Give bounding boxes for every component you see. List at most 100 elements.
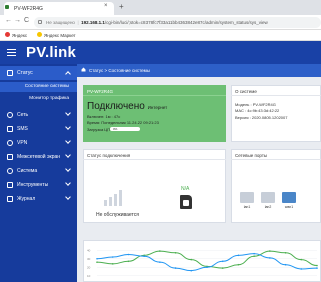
forward-button[interactable]: → xyxy=(14,17,21,24)
divider xyxy=(83,159,226,160)
sidebar-item-label: Сеть xyxy=(17,112,29,118)
sms-icon xyxy=(7,126,13,132)
chart-point-0-12 xyxy=(284,252,287,254)
chart-point-0-8 xyxy=(221,267,224,269)
chart-ytick-label: 10 xyxy=(87,274,91,278)
chart-ytick-label: 30 xyxy=(87,257,91,261)
chart-point-0-1 xyxy=(111,263,114,265)
chart-point-1-10 xyxy=(253,252,255,255)
sidebar-item-label: Инструменты xyxy=(17,182,49,188)
gear-icon xyxy=(7,168,13,174)
chart-point-0-10 xyxy=(253,255,255,257)
chart-point-1-4 xyxy=(159,261,161,263)
back-button[interactable]: ← xyxy=(5,17,12,24)
mac-row: MAC : 4c:9b:43:3d:42:22 xyxy=(235,108,279,113)
port-wan1-icon xyxy=(282,192,296,203)
signal-bar-icon xyxy=(114,194,117,206)
cpu-load-label: Загрузка ЦП xyxy=(87,127,111,132)
connection-type: Интернет xyxy=(147,105,168,110)
chart-point-0-9 xyxy=(237,263,240,266)
network-ports-title: Сетевые порты xyxy=(235,153,268,158)
chart-point-0-5 xyxy=(174,252,177,254)
chart-series-line-0 xyxy=(96,250,318,269)
sidebar-item-label: Межсетевой экран xyxy=(17,154,61,160)
traffic-chart: 40 30 20 10 xyxy=(87,248,318,278)
time-row: Время: Понедельник 11.24.22 09:21:23 xyxy=(87,120,159,125)
sidebar-item-label: VPN xyxy=(17,140,28,146)
chart-point-1-13 xyxy=(300,268,303,270)
breadcrumb: Статус > Состояние системы xyxy=(89,68,150,73)
home-icon[interactable] xyxy=(81,67,86,72)
tools-icon xyxy=(7,182,13,188)
chart-point-0-2 xyxy=(127,260,130,263)
chart-point-1-3 xyxy=(143,255,145,257)
chart-point-1-8 xyxy=(221,260,224,263)
signal-bar-icon xyxy=(109,197,112,206)
app-logo: PV.link xyxy=(26,44,77,61)
connection-status: Подключено Интернет xyxy=(87,101,167,112)
connection-status-text: Подключено xyxy=(87,101,145,112)
port-label: lan1 xyxy=(243,205,251,209)
version-row: Версия : 2020.0805.1202007 xyxy=(235,115,287,120)
sim-status: N/A xyxy=(181,186,190,192)
network-ports-card xyxy=(231,149,321,223)
signal-bar-icon xyxy=(119,190,122,206)
uptime-value: 1м : 47с xyxy=(105,114,121,119)
model-value: PV-WF2R4G xyxy=(252,102,276,107)
port-lan1-icon xyxy=(240,192,254,203)
url-path: /cgi-bin/luci/;stok=c8378fc7f33a11bb4363… xyxy=(104,20,268,25)
insecure-icon[interactable] xyxy=(38,20,42,24)
chart-point-0-4 xyxy=(159,250,161,252)
chart-point-1-6 xyxy=(190,269,193,272)
sidebar-item-label: Система xyxy=(17,168,38,174)
model-row: Модель : PV-WF2R4G xyxy=(235,102,276,107)
chart-ytick-label: 40 xyxy=(87,248,91,252)
system-info-title: О системе xyxy=(235,89,257,94)
yandex-market-icon xyxy=(37,32,42,37)
time-value: Понедельник 11.24.22 09:21:23 xyxy=(101,120,159,125)
reload-button[interactable]: C xyxy=(24,17,29,24)
chart-point-1-0 xyxy=(96,257,98,260)
chart-point-1-7 xyxy=(206,266,208,269)
mac-label: MAC : xyxy=(235,108,247,113)
url-host: 192.168.1.1 xyxy=(81,20,105,25)
service-status: Не обслуживается xyxy=(96,212,139,218)
uptime-label: Включен: xyxy=(87,114,105,119)
sidebar-subitem-system-state[interactable]: Состояние системы xyxy=(0,82,77,92)
chart-point-1-5 xyxy=(174,267,177,269)
model-label: Модель : xyxy=(235,102,252,107)
cpu-load-bar: 0% xyxy=(110,127,140,131)
mac-value: 4c:9b:43:3d:42:22 xyxy=(247,108,280,113)
port-lan2-icon xyxy=(261,192,275,203)
menu-icon[interactable] xyxy=(7,49,16,56)
network-icon xyxy=(7,112,13,118)
divider xyxy=(231,95,321,96)
yandex-icon xyxy=(5,32,10,37)
chart-point-1-12 xyxy=(284,263,287,266)
log-icon xyxy=(7,196,13,202)
bookmark-yandex[interactable]: Яндекс xyxy=(12,33,27,38)
sim-card-icon xyxy=(180,195,192,209)
tab-favicon-icon xyxy=(5,5,9,9)
chart-point-1-9 xyxy=(237,254,240,257)
connection-card-title: Статус подключения xyxy=(87,153,131,158)
chart-point-1-1 xyxy=(111,256,114,258)
sidebar-item-label: Журнал xyxy=(17,196,36,202)
time-label: Время: xyxy=(87,120,101,125)
chart-point-0-11 xyxy=(269,250,271,252)
chart-point-1-14 xyxy=(316,267,318,269)
new-tab-button[interactable]: + xyxy=(119,2,124,11)
chart-point-1-2 xyxy=(127,253,130,256)
firewall-icon xyxy=(7,154,13,160)
address-bar[interactable]: Не защищено | 192.168.1.1/cgi-bin/luci/;… xyxy=(34,17,321,28)
chart-point-1-11 xyxy=(269,257,271,259)
sidebar-subitem-traffic-monitor[interactable]: Монитор трафика xyxy=(0,94,77,104)
uptime-row: Включен: 1м : 47с xyxy=(87,114,120,119)
tab-close-icon[interactable]: × xyxy=(104,3,108,9)
bookmark-yandex-market[interactable]: Яндекс Маркет xyxy=(44,33,76,38)
port-label: wan1 xyxy=(284,205,294,209)
browser-tab[interactable]: PV-WF2R4G xyxy=(4,2,114,15)
port-label: lan2 xyxy=(264,205,272,209)
chart-point-0-14 xyxy=(316,264,318,267)
divider xyxy=(83,95,226,96)
